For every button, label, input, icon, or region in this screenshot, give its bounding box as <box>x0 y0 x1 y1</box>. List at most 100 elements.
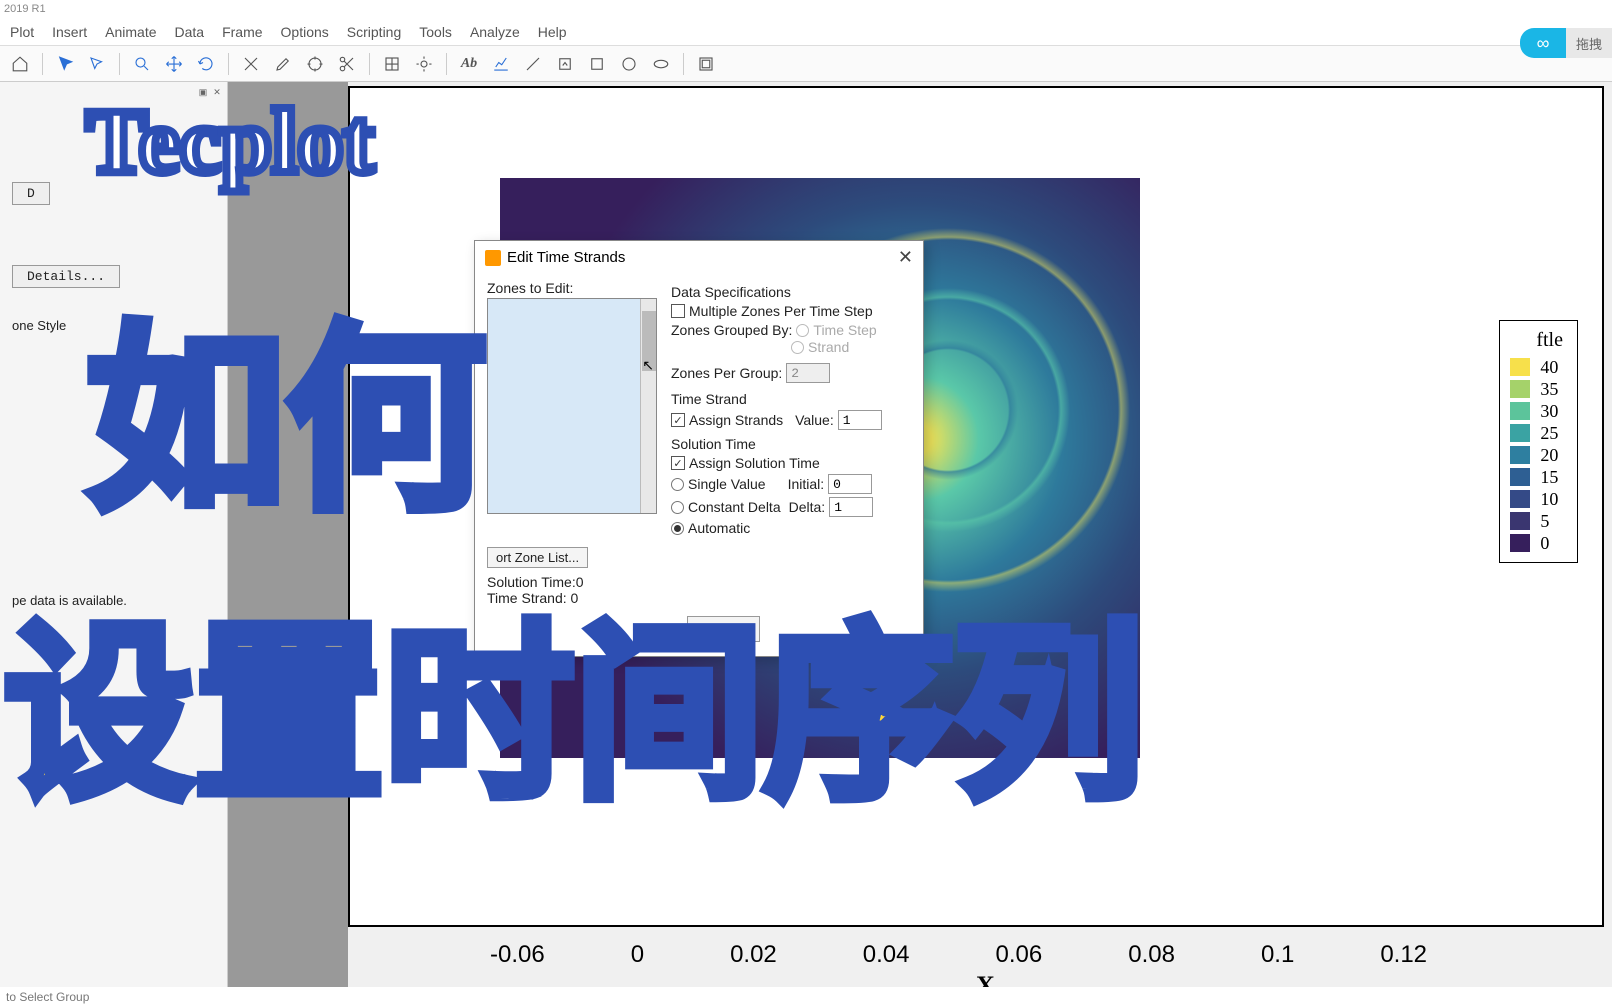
time-strand-label: Time Strand <box>671 391 911 407</box>
sidebar: ▣ ✕ D Details... one Style pe data is av… <box>0 82 228 1007</box>
menu-help[interactable]: Help <box>538 24 567 40</box>
sort-zone-list-button[interactable]: ort Zone List... <box>487 547 588 568</box>
assign-strands-checkbox[interactable]: ✓ <box>671 413 685 427</box>
assign-solution-label: Assign Solution Time <box>689 455 820 471</box>
legend-swatch <box>1510 468 1530 486</box>
details-button-2[interactable]: Details... <box>12 265 120 288</box>
timestep-radio <box>796 324 809 337</box>
line-icon[interactable] <box>519 50 547 78</box>
initial-input[interactable] <box>828 474 872 494</box>
title-suffix: 2019 R1 <box>4 3 46 15</box>
legend-swatch <box>1510 512 1530 530</box>
scrollbar[interactable] <box>640 299 656 513</box>
automatic-radio[interactable] <box>671 522 684 535</box>
assign-solution-checkbox[interactable]: ✓ <box>671 456 685 470</box>
x-tick: -0.06 <box>490 941 545 969</box>
menu-insert[interactable]: Insert <box>52 24 87 40</box>
legend-label: 35 <box>1540 379 1558 400</box>
solution-time-label: Solution Time <box>671 436 911 452</box>
menu-analyze[interactable]: Analyze <box>470 24 520 40</box>
separator <box>369 53 370 75</box>
dialog-titlebar[interactable]: Edit Time Strands ✕ <box>475 241 923 274</box>
menu-plot[interactable]: Plot <box>10 24 34 40</box>
strand-radio-label: Strand <box>808 339 849 355</box>
sidebar-close-icon[interactable]: ✕ <box>211 86 223 98</box>
constant-delta-label: Constant Delta <box>688 499 781 515</box>
menu-tools[interactable]: Tools <box>419 24 452 40</box>
close-icon[interactable]: ✕ <box>898 247 913 268</box>
zone-style-label: one Style <box>12 318 215 333</box>
home-icon[interactable] <box>6 50 34 78</box>
strand-value-input[interactable] <box>838 410 882 430</box>
legend-swatch <box>1510 402 1530 420</box>
details-button-1[interactable]: D <box>12 182 50 205</box>
zone-list[interactable]: ↖ <box>487 298 657 514</box>
legend-label: 5 <box>1540 511 1549 532</box>
grouped-by-label: Zones Grouped By: <box>671 322 792 338</box>
delta-label: Delta: <box>789 499 826 515</box>
rect-icon[interactable] <box>583 50 611 78</box>
x-tick: 0 <box>631 941 644 969</box>
rotate-icon[interactable] <box>192 50 220 78</box>
data-spec-label: Data Specifications <box>671 284 911 300</box>
separator <box>446 53 447 75</box>
separator <box>42 53 43 75</box>
cursor-icon: ↖ <box>642 357 654 374</box>
crosshair-icon[interactable] <box>301 50 329 78</box>
legend-title: ftle <box>1510 329 1563 352</box>
menubar: Plot Insert Animate Data Frame Options S… <box>0 18 1612 46</box>
drag-button[interactable]: 拖拽 <box>1566 28 1612 58</box>
menu-options[interactable]: Options <box>281 24 329 40</box>
move-icon[interactable] <box>160 50 188 78</box>
constant-delta-radio[interactable] <box>671 501 684 514</box>
chart-icon[interactable] <box>487 50 515 78</box>
sidebar-controls: ▣ ✕ <box>197 86 223 98</box>
x-tick: 0.06 <box>996 941 1043 969</box>
select-icon[interactable] <box>83 50 111 78</box>
x-tick: 0.08 <box>1128 941 1175 969</box>
separator <box>683 53 684 75</box>
menu-animate[interactable]: Animate <box>105 24 156 40</box>
separator <box>119 53 120 75</box>
scissors-icon[interactable] <box>333 50 361 78</box>
legend-swatch <box>1510 380 1530 398</box>
rect-up-icon[interactable] <box>551 50 579 78</box>
edit-icon[interactable] <box>269 50 297 78</box>
toolbar: Ab <box>0 46 1612 82</box>
edit-time-strands-dialog: Edit Time Strands ✕ Zones to Edit: ↖ Dat… <box>474 240 924 657</box>
titlebar: 2019 R1 <box>0 0 1612 18</box>
legend-label: 10 <box>1540 489 1558 510</box>
sidebar-undock-icon[interactable]: ▣ <box>197 86 209 98</box>
grid-icon[interactable] <box>378 50 406 78</box>
slice-icon[interactable] <box>237 50 265 78</box>
legend-label: 15 <box>1540 467 1558 488</box>
cloud-icon[interactable]: ∞ <box>1520 28 1566 58</box>
multi-zones-checkbox[interactable] <box>671 304 685 318</box>
x-tick: 0.04 <box>863 941 910 969</box>
gray-gutter <box>228 82 348 1007</box>
status-text: to Select Group <box>6 990 89 1004</box>
x-ticks: -0.06 0 0.02 0.04 0.06 0.08 0.1 0.12 <box>490 941 1427 969</box>
legend-swatch <box>1510 446 1530 464</box>
frame-icon[interactable] <box>692 50 720 78</box>
single-value-radio[interactable] <box>671 478 684 491</box>
legend-swatch <box>1510 490 1530 508</box>
x-tick: 0.1 <box>1261 941 1294 969</box>
solution-time-status: Solution Time:0 <box>487 574 911 590</box>
legend-label: 0 <box>1540 533 1549 554</box>
circle-icon[interactable] <box>615 50 643 78</box>
ellipse-icon[interactable] <box>647 50 675 78</box>
menu-scripting[interactable]: Scripting <box>347 24 401 40</box>
delta-input[interactable] <box>829 497 873 517</box>
text-icon[interactable]: Ab <box>455 50 483 78</box>
pointer-icon[interactable] <box>51 50 79 78</box>
menu-frame[interactable]: Frame <box>222 24 262 40</box>
legend-label: 40 <box>1540 357 1558 378</box>
apply-button[interactable]: Apply <box>687 616 760 642</box>
zoom-icon[interactable] <box>128 50 156 78</box>
statusbar: to Select Group <box>0 987 1612 1007</box>
zones-to-edit-label: Zones to Edit: <box>487 280 657 296</box>
menu-data[interactable]: Data <box>175 24 205 40</box>
legend-label: 20 <box>1540 445 1558 466</box>
light-icon[interactable] <box>410 50 438 78</box>
